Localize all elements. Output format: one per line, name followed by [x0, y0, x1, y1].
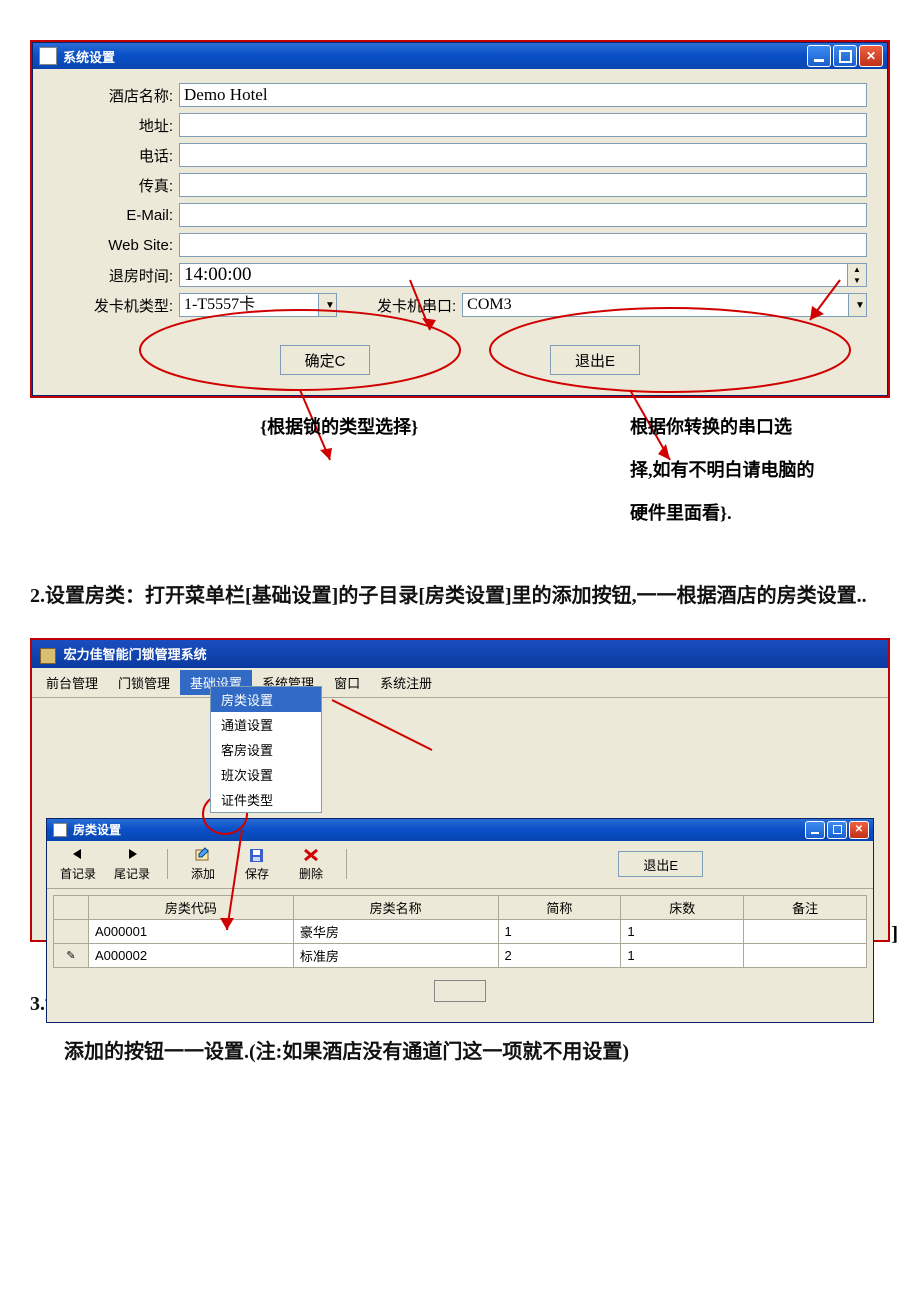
col-name: 房类名称 [293, 895, 498, 919]
card-port-combo[interactable]: COM3 ▼ [462, 293, 867, 317]
table-row[interactable]: ✎ A000002 标准房 2 1 [54, 943, 867, 967]
ok-button[interactable]: 确定C [280, 345, 370, 375]
card-type-combo[interactable]: 1-T5557卡 ▼ [179, 293, 337, 317]
fax-input[interactable] [179, 173, 867, 197]
chevron-down-icon[interactable]: ▼ [848, 294, 866, 316]
col-code: 房类代码 [89, 895, 294, 919]
address-label: 地址: [53, 115, 179, 136]
room-type-toolbar: 首记录 尾记录 添加 保存 [47, 841, 873, 889]
cell-beds[interactable]: 1 [621, 943, 744, 967]
last-record-icon [123, 847, 141, 863]
cell-name[interactable]: 标准房 [293, 943, 498, 967]
first-record-button[interactable]: 首记录 [53, 845, 103, 884]
cell-code[interactable]: A000001 [89, 919, 294, 943]
menu-register[interactable]: 系统注册 [370, 670, 442, 695]
menu-frontdesk[interactable]: 前台管理 [36, 670, 108, 695]
cell-note[interactable] [744, 919, 867, 943]
fax-label: 传真: [53, 175, 179, 196]
room-type-table[interactable]: 房类代码 房类名称 简称 床数 备注 A000001 豪华房 1 1 ✎ A00… [53, 895, 867, 968]
save-button[interactable]: 保存 [232, 845, 282, 884]
annotation-lock-type: {根据锁的类型选择} [260, 406, 418, 449]
room-type-window: 房类设置 ✕ 首记录 尾记录 [46, 818, 874, 1023]
room-type-screenshot: 宏力佳智能门锁管理系统 前台管理 门锁管理 基础设置 系统管理 窗口 系统注册 … [30, 638, 890, 942]
table-header-row: 房类代码 房类名称 简称 床数 备注 [54, 895, 867, 919]
app-title: 宏力佳智能门锁管理系统 [64, 647, 207, 662]
menu-lock[interactable]: 门锁管理 [108, 670, 180, 695]
cell-note[interactable] [744, 943, 867, 967]
app-titlebar[interactable]: 宏力佳智能门锁管理系统 [32, 640, 888, 668]
child-minimize-button[interactable] [805, 821, 825, 839]
dropdown-passage[interactable]: 通道设置 [211, 712, 321, 737]
menu-window[interactable]: 窗口 [324, 670, 370, 695]
checkout-time-input[interactable] [179, 263, 848, 287]
maximize-button[interactable] [833, 45, 857, 67]
phone-input[interactable] [179, 143, 867, 167]
window-app-icon [39, 47, 57, 65]
annotation-com-port: 根据你转换的串口选 择,如有不明白请电脑的 硬件里面看}. [630, 406, 890, 536]
card-port-value: COM3 [463, 294, 848, 316]
dropdown-guestroom[interactable]: 客房设置 [211, 737, 321, 762]
save-icon [248, 847, 266, 863]
table-row[interactable]: A000001 豪华房 1 1 [54, 919, 867, 943]
cell-name[interactable]: 豪华房 [293, 919, 498, 943]
cell-beds[interactable]: 1 [621, 919, 744, 943]
app-icon [40, 648, 56, 664]
menu-bar[interactable]: 前台管理 门锁管理 基础设置 系统管理 窗口 系统注册 [32, 668, 888, 698]
spinner-down-icon[interactable]: ▼ [848, 275, 866, 286]
system-settings-titlebar[interactable]: 系统设置 ✕ [33, 43, 887, 69]
add-button[interactable]: 添加 [178, 845, 228, 884]
instruction-step-3-line2: 添加的按钮一一设置.(注:如果酒店没有通道门这一项就不用设置) [30, 1030, 890, 1074]
basic-settings-dropdown[interactable]: 房类设置 通道设置 客房设置 班次设置 证件类型 [210, 686, 322, 813]
hotel-name-input[interactable] [179, 83, 867, 107]
card-type-label: 发卡机类型: [53, 295, 179, 316]
cell-code[interactable]: A000002 [89, 943, 294, 967]
col-note: 备注 [744, 895, 867, 919]
hotel-name-label: 酒店名称: [53, 85, 179, 106]
minimize-button[interactable] [807, 45, 831, 67]
row-marker: ✎ [54, 943, 89, 967]
col-beds: 床数 [621, 895, 744, 919]
close-button[interactable]: ✕ [859, 45, 883, 67]
row-marker [54, 919, 89, 943]
chevron-down-icon[interactable]: ▼ [318, 294, 336, 316]
cell-short[interactable]: 2 [498, 943, 621, 967]
add-icon [194, 847, 212, 863]
last-record-button[interactable]: 尾记录 [107, 845, 157, 884]
col-short: 简称 [498, 895, 621, 919]
address-input[interactable] [179, 113, 867, 137]
card-type-value: 1-T5557卡 [180, 294, 318, 316]
email-input[interactable] [179, 203, 867, 227]
window-title: 系统设置 [63, 47, 115, 66]
checkout-time-label: 退房时间: [53, 265, 179, 286]
delete-icon [302, 847, 320, 863]
exit-button[interactable]: 退出E [550, 345, 640, 375]
email-label: E-Mail: [53, 207, 179, 224]
dropdown-idtype[interactable]: 证件类型 [211, 787, 321, 812]
dropdown-shift[interactable]: 班次设置 [211, 762, 321, 787]
website-label: Web Site: [53, 237, 179, 254]
instruction-step-2: 2.设置房类：打开菜单栏[基础设置]的子目录[房类设置]里的添加按钮,一一根据酒… [30, 574, 890, 618]
toolbar-exit-button[interactable]: 退出E [618, 851, 703, 877]
grid-placeholder [434, 980, 486, 1002]
room-type-titlebar[interactable]: 房类设置 ✕ [47, 819, 873, 841]
child-window-icon [53, 823, 67, 837]
child-maximize-button[interactable] [827, 821, 847, 839]
trailing-bracket: ] [891, 923, 898, 946]
spinner-up-icon[interactable]: ▲ [848, 264, 866, 275]
dropdown-room-type[interactable]: 房类设置 [211, 687, 321, 712]
system-settings-window: 系统设置 ✕ 酒店名称: 地址: 电话: [32, 42, 888, 396]
first-record-icon [69, 847, 87, 863]
card-port-label: 发卡机串口: [377, 295, 462, 316]
phone-label: 电话: [53, 145, 179, 166]
system-settings-screenshot: 系统设置 ✕ 酒店名称: 地址: 电话: [30, 40, 890, 398]
time-spinner[interactable]: ▲ ▼ [848, 263, 867, 287]
website-input[interactable] [179, 233, 867, 257]
child-window-title: 房类设置 [73, 821, 121, 838]
cell-short[interactable]: 1 [498, 919, 621, 943]
delete-button[interactable]: 删除 [286, 845, 336, 884]
child-close-button[interactable]: ✕ [849, 821, 869, 839]
